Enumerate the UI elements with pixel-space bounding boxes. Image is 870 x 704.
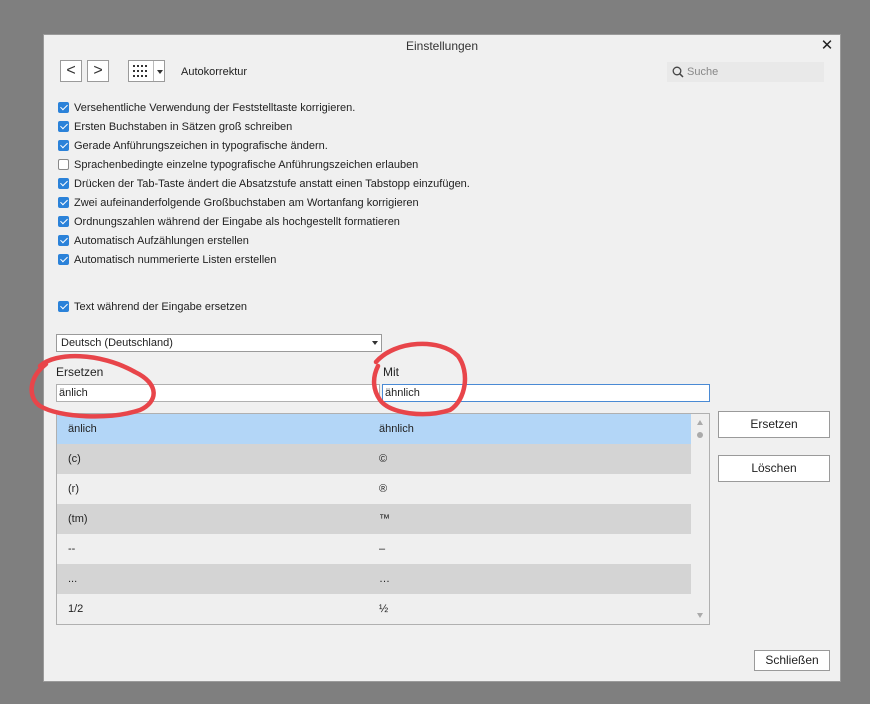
option-checkbox[interactable] — [58, 197, 69, 208]
with-cell: … — [379, 573, 390, 585]
table-row[interactable]: (tm) ™ — [57, 504, 691, 534]
replace-cell: -- — [68, 543, 76, 555]
search-input[interactable] — [687, 63, 817, 80]
language-value: Deutsch (Deutschland) — [61, 337, 173, 349]
replace-while-typing-option[interactable]: Text während der Eingabe ersetzen — [58, 299, 247, 315]
option-label: Versehentliche Verwendung der Feststellt… — [74, 102, 356, 114]
replace-cell: (c) — [68, 453, 81, 465]
option-item[interactable]: Zwei aufeinanderfolgende Großbuchstaben … — [58, 195, 419, 211]
option-checkbox[interactable] — [58, 216, 69, 227]
with-cell: © — [379, 453, 388, 465]
replace-label: Ersetzen — [56, 365, 104, 379]
replace-button[interactable]: Ersetzen — [718, 411, 830, 438]
option-label: Sprachenbedingte einzelne typografische … — [74, 159, 419, 171]
option-label: Ordnungszahlen während der Eingabe als h… — [74, 216, 400, 228]
chevron-down-icon — [372, 341, 378, 345]
table-row[interactable]: (r) ® — [57, 474, 691, 504]
scrollbar[interactable] — [691, 414, 709, 624]
language-select[interactable]: Deutsch (Deutschland) — [56, 334, 382, 352]
show-all-button[interactable] — [128, 60, 165, 82]
with-cell: ähnlich — [379, 423, 414, 435]
option-item[interactable]: Drücken der Tab-Taste ändert die Absatzs… — [58, 176, 470, 192]
replacement-table[interactable]: änlich ähnlich (c) © (r) ® (tm) ™ -- –... … 1/2 ½ — [56, 413, 710, 625]
section-title: Autokorrektur — [181, 66, 248, 78]
divider — [153, 61, 154, 81]
option-label: Automatisch nummerierte Listen erstellen — [74, 254, 277, 266]
option-checkbox[interactable] — [58, 140, 69, 151]
replace-cell: änlich — [68, 423, 97, 435]
toolbar: < > Autokorrektur — [44, 57, 840, 89]
search-icon — [672, 66, 684, 78]
replace-cell: 1/2 — [68, 603, 84, 615]
option-item[interactable]: Versehentliche Verwendung der Feststellt… — [58, 100, 355, 116]
option-label: Text während der Eingabe ersetzen — [74, 301, 248, 313]
option-item[interactable]: Automatisch nummerierte Listen erstellen — [58, 252, 276, 268]
option-checkbox[interactable] — [58, 254, 69, 265]
option-checkbox[interactable] — [58, 102, 69, 113]
close-button[interactable]: Schließen — [754, 650, 830, 671]
table-row[interactable]: 1/2 ½ — [57, 594, 691, 624]
with-input[interactable] — [382, 384, 710, 402]
table-row[interactable]: (c) © — [57, 444, 691, 474]
grid-icon — [133, 65, 147, 77]
search-box[interactable] — [667, 62, 824, 82]
option-label: Gerade Anführungszeichen in typografisch… — [74, 140, 328, 152]
replace-input[interactable] — [56, 384, 380, 402]
with-cell: ½ — [379, 603, 389, 615]
table-row[interactable]: -- – — [57, 534, 691, 564]
with-cell: ® — [379, 483, 388, 495]
chevron-down-icon[interactable] — [157, 70, 163, 74]
replace-while-typing-checkbox[interactable] — [58, 301, 69, 312]
back-button[interactable]: < — [60, 60, 82, 82]
option-item[interactable]: Automatisch Aufzählungen erstellen — [58, 233, 249, 249]
scrollbar-thumb[interactable] — [697, 432, 703, 438]
option-item[interactable]: Gerade Anführungszeichen in typografisch… — [58, 138, 328, 154]
forward-button[interactable]: > — [87, 60, 109, 82]
replace-cell: ... — [68, 573, 78, 585]
table-row[interactable]: ... … — [57, 564, 691, 594]
option-label: Zwei aufeinanderfolgende Großbuchstaben … — [74, 197, 419, 209]
option-item[interactable]: Ersten Buchstaben in Sätzen groß schreib… — [58, 119, 292, 135]
option-label: Ersten Buchstaben in Sätzen groß schreib… — [74, 121, 293, 133]
window-title: Einstellungen — [405, 39, 479, 53]
with-cell: – — [379, 543, 386, 555]
delete-button[interactable]: Löschen — [718, 455, 830, 482]
option-checkbox[interactable] — [58, 159, 69, 170]
scroll-up-icon[interactable] — [697, 420, 703, 425]
option-item[interactable]: Ordnungszahlen während der Eingabe als h… — [58, 214, 400, 230]
option-label: Automatisch Aufzählungen erstellen — [74, 235, 249, 247]
settings-dialog: Einstellungen ✕ < > Autokorrektur Vers — [43, 34, 841, 682]
option-item[interactable]: Sprachenbedingte einzelne typografische … — [58, 157, 418, 173]
option-checkbox[interactable] — [58, 235, 69, 246]
close-icon[interactable]: ✕ — [818, 37, 836, 55]
with-cell: ™ — [379, 513, 390, 525]
with-label: Mit — [383, 365, 399, 379]
option-checkbox[interactable] — [58, 121, 69, 132]
table-row[interactable]: änlich ähnlich — [57, 414, 691, 444]
replace-cell: (r) — [68, 483, 79, 495]
option-checkbox[interactable] — [58, 178, 69, 189]
replace-cell: (tm) — [68, 513, 88, 525]
option-label: Drücken der Tab-Taste ändert die Absatzs… — [74, 178, 470, 190]
scroll-down-icon[interactable] — [697, 613, 703, 618]
